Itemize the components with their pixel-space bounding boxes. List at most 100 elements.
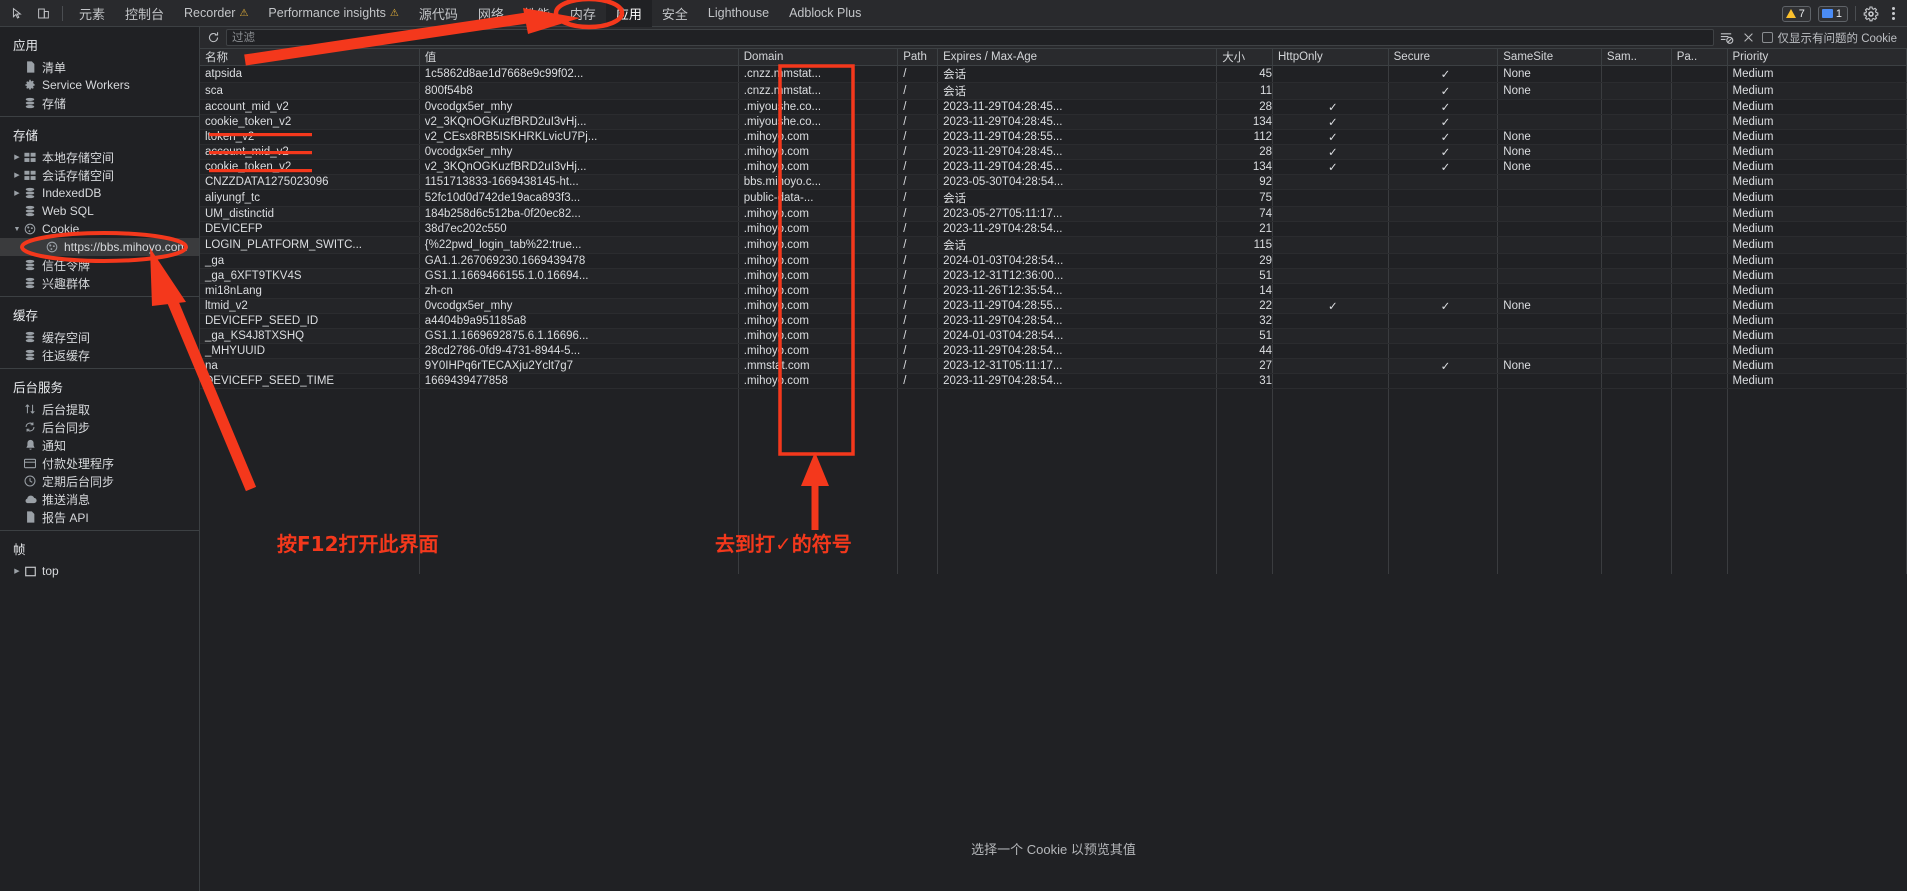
cell-size: 75: [1216, 189, 1273, 207]
tab-7[interactable]: 内存: [560, 0, 606, 27]
column-header-8[interactable]: SameSite: [1497, 49, 1602, 66]
table-row[interactable]: ltmid_v2 0vcodgx5er_mhy .mihoyo.com/2023-1…: [200, 298, 1907, 314]
sidebar-item-[interactable]: 后台同步: [0, 418, 199, 436]
table-row[interactable]: _MHYUUID 28cd2786-0fd9-4731-8944-5... .mih…: [200, 343, 1907, 359]
warning-badge[interactable]: 7: [1781, 5, 1811, 22]
table-row[interactable]: LOGIN_PLATFORM_SWITC... {%22pwd_login_tab…: [200, 236, 1907, 254]
cell-samesite2: [1601, 253, 1672, 269]
clear-all-cookies-icon[interactable]: [1740, 29, 1758, 47]
sidebar-item-[interactable]: 信任令牌: [0, 256, 199, 274]
sidebar-item-https-bbs-mihoyo-com[interactable]: https://bbs.mihoyo.com: [0, 238, 199, 256]
chevron-right-icon[interactable]: ▶: [12, 171, 22, 179]
column-header-9[interactable]: Sam..: [1601, 49, 1672, 66]
refresh-icon[interactable]: [204, 29, 222, 47]
column-header-4[interactable]: Expires / Max-Age: [937, 49, 1218, 66]
tab-1[interactable]: 控制台: [115, 0, 174, 27]
table-row[interactable]: _ga_KS4J8TXSHQ GS1.1.1669692875.6.1.16696…: [200, 328, 1907, 344]
cell-httponly: ✓: [1272, 129, 1389, 145]
sidebar-item-[interactable]: 推送消息: [0, 490, 199, 508]
cell-priority: Medium: [1727, 236, 1907, 254]
column-header-0[interactable]: 名称: [200, 49, 420, 66]
column-header-7[interactable]: Secure: [1388, 49, 1499, 66]
table-row[interactable]: DEVICEFP_SEED_TIME 1669439477858 .mihoyo.c…: [200, 373, 1907, 389]
sidebar-item-[interactable]: 后台提取: [0, 400, 199, 418]
only-problem-cookies-toggle[interactable]: 仅显示有问题的 Cookie: [1761, 30, 1904, 46]
chevron-right-icon[interactable]: ▶: [12, 567, 22, 575]
chevron-right-icon[interactable]: ▶: [12, 189, 22, 197]
table-row[interactable]: aliyungf_tc 52fc10d0d742de19aca893f3... pu…: [200, 189, 1907, 207]
column-header-11[interactable]: Priority: [1727, 49, 1907, 66]
sidebar-item-indexeddb[interactable]: ▶ IndexedDB: [0, 184, 199, 202]
cell-name: account_mid_v2: [200, 99, 420, 115]
devtools-body: 应用 清单 Service Workers 存储 存储 ▶ 本地存储空间 ▶ 会话存储空间 ▶ In…: [0, 27, 1907, 891]
sidebar-item-[interactable]: 清单: [0, 58, 199, 76]
sidebar-item-[interactable]: 存储: [0, 94, 199, 112]
sidebar-item-[interactable]: 通知: [0, 436, 199, 454]
table-row[interactable]: cookie_token_v2 v2_3KQnOGKuzfBRD2uI3vHj..…: [200, 159, 1907, 175]
tab-4[interactable]: 源代码: [409, 0, 468, 27]
table-row[interactable]: na 9Y0IHPq6rTECAXju2Yclt7g7 .mmstat.com/20…: [200, 358, 1907, 374]
sidebar-item-api[interactable]: 报告 API: [0, 508, 199, 526]
cell-value: 9Y0IHPq6rTECAXju2Yclt7g7: [419, 358, 739, 374]
cell-domain: .mihoyo.com: [738, 206, 899, 222]
chevron-down-icon[interactable]: ▼: [12, 226, 22, 233]
sidebar-item-web-sql[interactable]: Web SQL: [0, 202, 199, 220]
tab-6[interactable]: 性能: [514, 0, 560, 27]
chevron-right-icon[interactable]: ▶: [12, 153, 22, 161]
column-header-2[interactable]: Domain: [738, 49, 899, 66]
sidebar-item-[interactable]: ▶ 本地存储空间: [0, 148, 199, 166]
tab-3[interactable]: Performance insights ⚠: [258, 0, 408, 27]
sidebar-item-[interactable]: 兴趣群体: [0, 274, 199, 292]
cell-expires: 2024-01-03T04:28:54...: [937, 328, 1218, 344]
column-header-10[interactable]: Pa..: [1671, 49, 1728, 66]
tab-0[interactable]: 元素: [69, 0, 115, 27]
column-header-5[interactable]: 大小: [1216, 49, 1273, 66]
sidebar-item-service-workers[interactable]: Service Workers: [0, 76, 199, 94]
cell-secure: ✓: [1388, 65, 1499, 83]
tab-8[interactable]: 应用: [605, 0, 652, 27]
tab-5[interactable]: 网络: [468, 0, 514, 27]
column-header-3[interactable]: Path: [897, 49, 939, 66]
cell-size: 134: [1216, 114, 1273, 130]
table-row[interactable]: sca 800f54b8 .cnzz.mmstat... / 会话 11 ✓ None Medi…: [200, 82, 1907, 100]
tab-2[interactable]: Recorder ⚠: [174, 0, 258, 27]
sidebar-item-[interactable]: 往返缓存: [0, 346, 199, 364]
cell-partition: [1671, 129, 1728, 145]
table-row[interactable]: DEVICEFP_SEED_ID a4404b9a951185a8 .mihoyo.…: [200, 313, 1907, 329]
table-row[interactable]: ltoken_v2 v2_CEsx8RB5ISKHRKLvicU7Pj... .mi…: [200, 129, 1907, 145]
settings-gear-icon[interactable]: [1863, 5, 1879, 22]
sidebar-item-cookie[interactable]: ▼ Cookie: [0, 220, 199, 238]
message-badge[interactable]: 1: [1817, 5, 1848, 22]
column-header-6[interactable]: HttpOnly: [1272, 49, 1389, 66]
table-row[interactable]: account_mid_v2 0vcodgx5er_mhy .mihoyo.com /…: [200, 144, 1907, 160]
tab-10[interactable]: Lighthouse: [698, 0, 779, 27]
sidebar-item-[interactable]: ▶ 会话存储空间: [0, 166, 199, 184]
table-row[interactable]: CNZZDATA1275023096 1151713833-1669438145-…: [200, 174, 1907, 190]
filter-input[interactable]: [226, 29, 1714, 46]
table-row[interactable]: mi18nLang zh-cn .mihoyo.com/2023-11-26T12:…: [200, 283, 1907, 299]
table-row[interactable]: UM_distinctid 184b258d6c512ba-0f20ec82...…: [200, 206, 1907, 222]
table-row[interactable]: cookie_token_v2 v2_3KQnOGKuzfBRD2uI3vHj..…: [200, 114, 1907, 130]
column-header-1[interactable]: 值: [419, 49, 739, 66]
empty-cell: [1497, 388, 1602, 574]
cell-samesite2: [1601, 298, 1672, 314]
sidebar-item-[interactable]: 定期后台同步: [0, 472, 199, 490]
inspect-element-icon[interactable]: [4, 2, 30, 25]
cell-expires: 2023-11-29T04:28:54...: [937, 343, 1218, 359]
sidebar-item-top[interactable]: ▶ top: [0, 562, 199, 580]
table-row[interactable]: _ga_6XFT9TKV4S GS1.1.1669466155.1.0.16694…: [200, 268, 1907, 284]
clear-filtered-cookies-icon[interactable]: [1718, 29, 1736, 47]
cell-samesite: [1497, 236, 1602, 254]
device-toolbar-toggle-icon[interactable]: [30, 2, 56, 25]
tab-9[interactable]: 安全: [652, 0, 698, 27]
only-problem-cookies-checkbox[interactable]: [1761, 32, 1773, 43]
more-options-icon[interactable]: [1886, 7, 1901, 20]
sidebar-item-[interactable]: 付款处理程序: [0, 454, 199, 472]
table-row[interactable]: account_mid_v2 0vcodgx5er_mhy .miyoushe.co…: [200, 99, 1907, 115]
tab-11[interactable]: Adblock Plus: [779, 0, 871, 27]
table-row[interactable]: _ga GA1.1.267069230.1669439478 .mihoyo.com…: [200, 253, 1907, 269]
sidebar-item-[interactable]: 缓存空间: [0, 328, 199, 346]
table-row[interactable]: atpsida 1c5862d8ae1d7668e9c99f02... .cnzz.…: [200, 65, 1907, 83]
table-row[interactable]: DEVICEFP 38d7ec202c550 .mihoyo.com/2023-11…: [200, 221, 1907, 237]
tab-label: Recorder: [184, 6, 236, 20]
